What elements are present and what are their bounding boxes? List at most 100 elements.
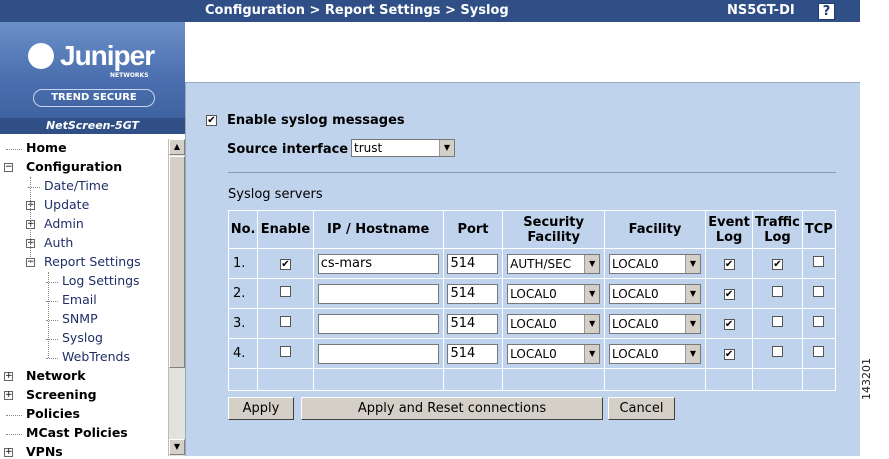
port-cell: 514 bbox=[442, 338, 504, 369]
host-input[interactable] bbox=[317, 343, 439, 364]
help-button[interactable]: ? bbox=[818, 3, 835, 20]
nav-item-home[interactable]: Home bbox=[26, 140, 67, 155]
chevron-down-icon: ▼ bbox=[584, 314, 600, 333]
tree-connector bbox=[6, 415, 22, 416]
security-facility-select[interactable]: LOCAL0 ▼ bbox=[507, 313, 601, 334]
nav-item-email[interactable]: Email bbox=[62, 292, 97, 307]
nav-item-policies[interactable]: Policies bbox=[26, 406, 80, 421]
nav-item-date-time[interactable]: Date/Time bbox=[44, 178, 109, 193]
security-facility-select[interactable]: LOCAL0 ▼ bbox=[507, 343, 601, 364]
row-number: 2. bbox=[227, 278, 259, 309]
col-header: Security Facility bbox=[502, 210, 606, 249]
empty-cell bbox=[752, 368, 803, 391]
event-log-checkbox[interactable]: ✔ bbox=[723, 289, 735, 300]
expand-icon[interactable]: + bbox=[4, 372, 13, 381]
col-header: Enable bbox=[257, 210, 314, 249]
enable-syslog-checkbox[interactable]: ✔ bbox=[206, 115, 217, 126]
nav-item-webtrends[interactable]: WebTrends bbox=[62, 349, 130, 364]
security-facility-cell: LOCAL0 ▼ bbox=[502, 278, 606, 309]
traffic-log-cell bbox=[752, 308, 803, 339]
col-header: IP / Hostname bbox=[312, 210, 444, 249]
table-row: 4. 514 LOCAL0 ▼ LOCAL0 ▼ ✔ bbox=[227, 338, 837, 369]
tcp-checkbox[interactable] bbox=[813, 316, 825, 327]
figure-number: 143201 bbox=[860, 358, 873, 400]
tcp-checkbox[interactable] bbox=[813, 256, 825, 267]
traffic-log-checkbox[interactable] bbox=[771, 316, 783, 327]
nav-item-log-settings[interactable]: Log Settings bbox=[62, 273, 140, 288]
nav-item-update[interactable]: Update bbox=[44, 197, 89, 212]
nav-item-configuration[interactable]: Configuration bbox=[26, 159, 122, 174]
nav-item-snmp[interactable]: SNMP bbox=[62, 311, 98, 326]
tcp-checkbox[interactable] bbox=[813, 346, 825, 357]
brand-panel: Juniper NETWORKS TREND SECURE bbox=[0, 22, 185, 118]
tcp-checkbox[interactable] bbox=[813, 286, 825, 297]
port-input[interactable]: 514 bbox=[447, 343, 499, 364]
nav-item-network[interactable]: Network bbox=[26, 368, 86, 383]
host-input[interactable]: cs-mars bbox=[317, 253, 439, 274]
servers-section-label: Syslog servers bbox=[228, 187, 323, 202]
event-log-cell: ✔ bbox=[704, 338, 754, 369]
nav-item-auth[interactable]: Auth bbox=[44, 235, 73, 250]
event-log-checkbox[interactable]: ✔ bbox=[723, 259, 735, 270]
col-header: Event Log bbox=[704, 210, 754, 249]
enable-checkbox[interactable] bbox=[279, 346, 291, 357]
empty-cell bbox=[502, 368, 606, 391]
tree-connector bbox=[6, 149, 22, 150]
nav-item-mcast-policies[interactable]: MCast Policies bbox=[26, 425, 128, 440]
tcp-cell bbox=[801, 308, 837, 339]
tree-connector bbox=[48, 272, 49, 358]
port-input[interactable]: 514 bbox=[447, 253, 499, 274]
port-input[interactable]: 514 bbox=[447, 313, 499, 334]
collapse-icon[interactable]: − bbox=[4, 163, 13, 172]
apply-reset-button[interactable]: Apply and Reset connections bbox=[301, 397, 603, 420]
host-input[interactable] bbox=[317, 283, 439, 304]
traffic-log-checkbox[interactable]: ✔ bbox=[771, 259, 783, 270]
nav-item-admin[interactable]: Admin bbox=[44, 216, 84, 231]
scroll-down-icon[interactable]: ▼ bbox=[169, 439, 185, 455]
facility-select[interactable]: LOCAL0 ▼ bbox=[608, 283, 701, 304]
cancel-button[interactable]: Cancel bbox=[608, 397, 675, 420]
tcp-cell bbox=[801, 338, 837, 369]
syslog-servers-table: No. Enable IP / Hostname Port Security F… bbox=[227, 210, 837, 391]
enable-checkbox[interactable] bbox=[279, 316, 291, 327]
nav-item-syslog[interactable]: Syslog bbox=[62, 330, 103, 345]
facility-select[interactable]: LOCAL0 ▼ bbox=[608, 253, 701, 274]
event-log-checkbox[interactable]: ✔ bbox=[723, 349, 735, 360]
event-log-checkbox[interactable]: ✔ bbox=[723, 319, 735, 330]
traffic-log-checkbox[interactable] bbox=[771, 286, 783, 297]
empty-cell bbox=[312, 368, 444, 391]
tcp-cell bbox=[801, 248, 837, 279]
source-interface-select[interactable]: trust ▼ bbox=[351, 139, 455, 157]
juniper-logo-icon bbox=[28, 43, 54, 69]
enable-syslog-label: Enable syslog messages bbox=[227, 113, 405, 128]
traffic-log-checkbox[interactable] bbox=[771, 346, 783, 357]
host-input[interactable] bbox=[317, 313, 439, 334]
enable-cell: ✔ bbox=[257, 248, 314, 279]
chevron-down-icon: ▼ bbox=[584, 254, 600, 273]
event-log-cell: ✔ bbox=[704, 248, 754, 279]
traffic-log-cell: ✔ bbox=[752, 248, 803, 279]
col-header: Port bbox=[442, 210, 504, 249]
enable-checkbox[interactable] bbox=[279, 286, 291, 297]
apply-button[interactable]: Apply bbox=[228, 397, 294, 420]
expand-icon[interactable]: + bbox=[4, 391, 13, 400]
sidebar-scrollbar[interactable]: ▲ ▼ bbox=[168, 139, 185, 456]
nav-item-screening[interactable]: Screening bbox=[26, 387, 97, 402]
col-header: TCP bbox=[801, 210, 837, 249]
tree-connector bbox=[30, 177, 31, 263]
port-input[interactable]: 514 bbox=[447, 283, 499, 304]
facility-select[interactable]: LOCAL0 ▼ bbox=[608, 343, 701, 364]
tree-connector bbox=[6, 434, 22, 435]
enable-checkbox[interactable]: ✔ bbox=[279, 259, 291, 270]
scroll-up-icon[interactable]: ▲ bbox=[169, 139, 185, 155]
facility-select[interactable]: LOCAL0 ▼ bbox=[608, 313, 701, 334]
chevron-down-icon: ▼ bbox=[584, 344, 600, 363]
nav-item-vpns[interactable]: VPNs bbox=[26, 444, 63, 459]
security-facility-select[interactable]: AUTH/SEC ▼ bbox=[507, 253, 601, 274]
scrollbar-thumb[interactable] bbox=[169, 156, 185, 368]
nav-item-report-settings[interactable]: Report Settings bbox=[44, 254, 141, 269]
host-cell bbox=[312, 338, 444, 369]
breadcrumb: Configuration > Report Settings > Syslog bbox=[205, 3, 509, 18]
security-facility-select[interactable]: LOCAL0 ▼ bbox=[507, 283, 601, 304]
row-number: 1. bbox=[227, 248, 259, 279]
